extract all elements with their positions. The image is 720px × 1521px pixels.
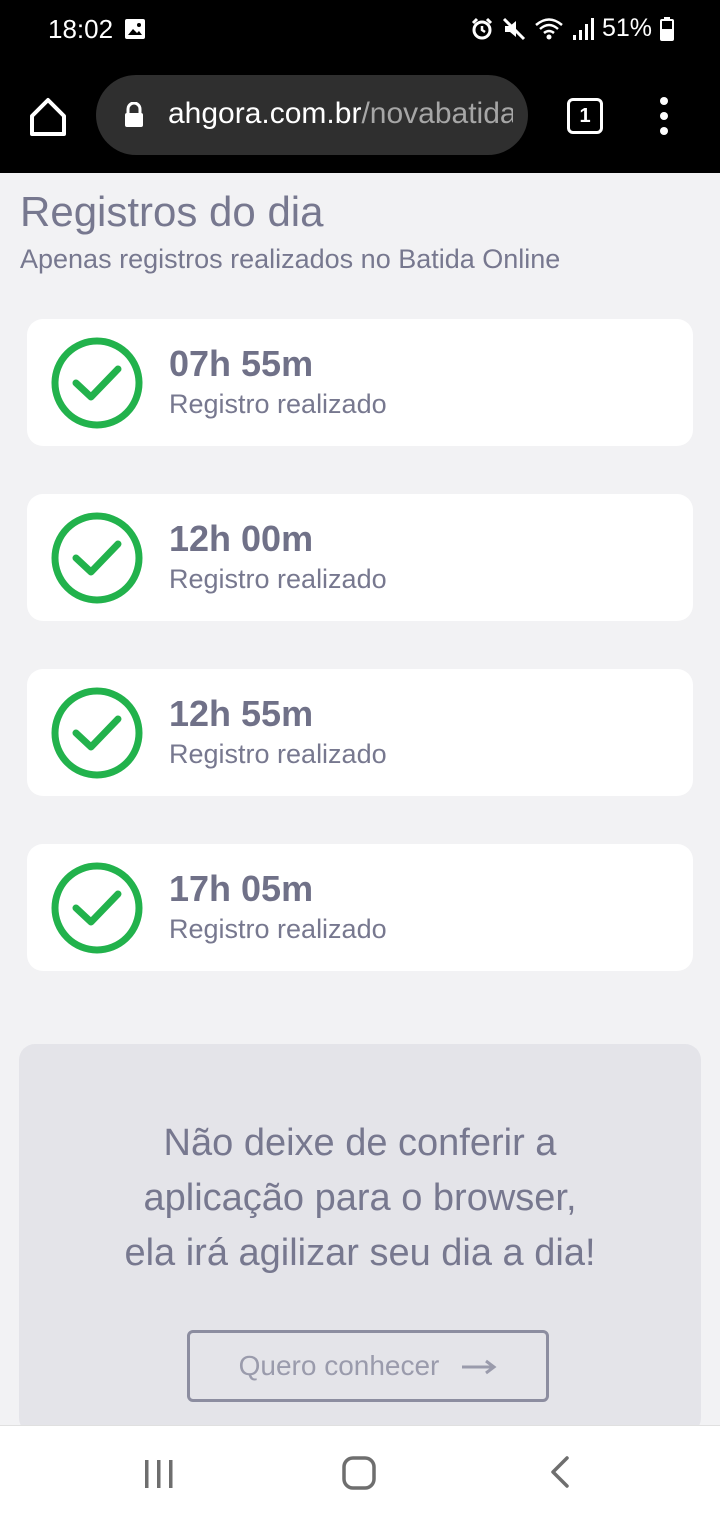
record-status: Registro realizado (169, 564, 387, 594)
promo-box: Não deixe de conferir a aplicação para o… (19, 1044, 701, 1434)
wifi-icon (534, 17, 564, 41)
check-circle-icon (50, 336, 144, 430)
status-time: 18:02 (48, 14, 114, 44)
promo-line: Não deixe de conferir a (163, 1122, 557, 1164)
system-nav-bar (0, 1425, 720, 1521)
battery-percent: 51% (601, 14, 652, 42)
check-circle-icon (50, 861, 144, 955)
promo-line: ela irá agilizar seu dia a dia! (124, 1232, 596, 1274)
lock-icon (124, 101, 144, 133)
record-card: 12h 55m Registro realizado (27, 669, 693, 796)
home-icon[interactable] (26, 94, 70, 138)
recent-apps-icon[interactable] (143, 1459, 175, 1494)
back-icon[interactable] (548, 1455, 572, 1494)
check-circle-icon (50, 511, 144, 605)
record-status: Registro realizado (169, 739, 387, 769)
browser-toolbar: ahgora.com.br/novabatida 1 (0, 60, 720, 173)
tab-switcher-button[interactable]: 1 (567, 98, 603, 134)
record-status: Registro realizado (169, 389, 387, 419)
page-content: Registros do dia Apenas registros realiz… (0, 173, 720, 1434)
alarm-icon (470, 17, 494, 41)
learn-more-button[interactable]: Quero conhecer (187, 1330, 549, 1402)
more-vert-icon[interactable] (654, 96, 674, 136)
url-path: /novabatida (361, 97, 513, 130)
signal-icon (572, 17, 594, 41)
learn-more-label: Quero conhecer (238, 1350, 440, 1381)
record-time: 07h 55m (169, 343, 314, 384)
promo-line: aplicação para o browser, (143, 1177, 577, 1219)
record-card: 17h 05m Registro realizado (27, 844, 693, 971)
status-bar: 18:02 51% (0, 0, 720, 60)
mute-icon (502, 17, 526, 41)
home-nav-icon[interactable] (342, 1456, 376, 1495)
record-time: 17h 05m (169, 868, 314, 909)
image-icon (124, 18, 146, 45)
address-bar[interactable]: ahgora.com.br/novabatida (96, 75, 528, 155)
check-circle-icon (50, 686, 144, 780)
record-status: Registro realizado (169, 914, 387, 944)
promo-text: Não deixe de conferir a aplicação para o… (19, 1116, 701, 1281)
battery-icon (660, 16, 674, 41)
url-text: ahgora.com.br/novabatida (168, 97, 513, 131)
record-card: 07h 55m Registro realizado (27, 319, 693, 446)
page-subtitle: Apenas registros realizados no Batida On… (20, 244, 561, 274)
record-time: 12h 00m (169, 518, 314, 559)
status-icons: 51% (470, 14, 674, 43)
arrow-right-icon (461, 1350, 497, 1382)
url-domain: ahgora.com.br (168, 97, 362, 130)
record-card: 12h 00m Registro realizado (27, 494, 693, 621)
record-time: 12h 55m (169, 693, 314, 734)
page-title: Registros do dia (20, 188, 324, 235)
